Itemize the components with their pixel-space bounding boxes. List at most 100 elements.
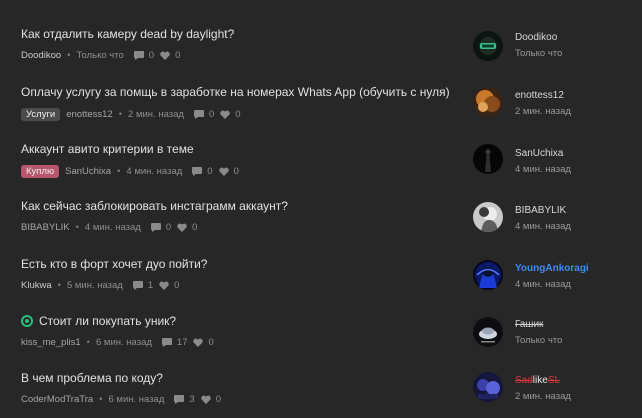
thread-meta: Klukwa • 5 мин. назад 1 0 (21, 280, 179, 291)
thread-title[interactable]: В чем проблема по коду? (21, 371, 163, 385)
meta-separator: • (75, 222, 79, 233)
thread-author[interactable]: Doodikoo (21, 50, 61, 61)
thread-time[interactable]: Только что (76, 50, 123, 61)
speech-bubble-icon (192, 167, 203, 176)
meta-separator: • (99, 394, 103, 405)
thread-time[interactable]: 2 мин. назад (128, 109, 184, 120)
likes-value: 0 (174, 280, 180, 291)
last-reply-time[interactable]: 4 мин. назад (515, 221, 571, 232)
replies-value: 1 (147, 280, 154, 291)
thread-time[interactable]: 6 мин. назад (96, 337, 152, 348)
likes-value: 0 (192, 222, 198, 233)
thread-title[interactable]: Как отдалить камеру dead by daylight? (21, 27, 234, 41)
last-reply-user[interactable]: Doodikoo (515, 32, 557, 43)
thread-time[interactable]: 6 мин. назад (108, 394, 164, 405)
avatar[interactable] (473, 260, 503, 290)
likes-value: 0 (175, 50, 181, 61)
heart-icon (177, 223, 187, 232)
replies-value: 3 (189, 394, 195, 405)
heart-icon (220, 110, 230, 119)
last-reply-time[interactable]: 2 мин. назад (515, 106, 571, 117)
thread-time[interactable]: 5 мин. назад (67, 280, 123, 291)
avatar-image (473, 144, 503, 174)
last-reply-user[interactable]: BIBABYLIK (515, 205, 566, 216)
thread-row: Есть кто в форт хочет дуо пойти? Klukwa … (0, 257, 642, 314)
heart-icon (218, 167, 229, 176)
prefix-badge[interactable]: Куплю (21, 165, 60, 178)
likes-count: 0 (159, 280, 179, 291)
last-reply-user[interactable]: YoungAnkoragi (515, 263, 589, 274)
last-reply-user[interactable]: SadlikeSL (515, 375, 560, 386)
speech-bubble-icon (132, 281, 143, 290)
thread-meta: kiss_me_plis1 • 6 мин. назад 17 0 (21, 337, 214, 348)
replies-value: 0 (207, 166, 213, 177)
thread-author[interactable]: SanUchixa (65, 166, 111, 177)
meta-separator: • (86, 337, 90, 348)
likes-count: 0 (218, 166, 239, 177)
likes-count: 0 (193, 337, 214, 348)
replies-count: 17 (161, 337, 187, 348)
thread-author[interactable]: Klukwa (21, 280, 52, 291)
thread-meta: Куплю SanUchixa • 4 мин. назад 0 0 (21, 165, 239, 178)
replies-count: 0 (192, 166, 213, 177)
thread-title[interactable]: Оплачу услугу за помщь в заработке на но… (21, 85, 450, 99)
likes-count: 0 (220, 109, 241, 120)
avatar[interactable] (473, 372, 503, 402)
heart-icon (193, 338, 204, 347)
thread-author[interactable]: BIBABYLIK (21, 222, 70, 233)
thread-row: Аккаунт авито критерии в теме Куплю SanU… (0, 142, 642, 199)
avatar[interactable] (473, 31, 503, 61)
thread-meta: Doodikoo • Только что 0 0 (21, 50, 180, 61)
thread-row: Стоит ли покупать уник? kiss_me_plis1 • … (0, 314, 642, 371)
avatar[interactable] (473, 317, 503, 347)
last-reply-time[interactable]: 4 мин. назад (515, 279, 571, 290)
speech-bubble-icon (133, 51, 144, 60)
last-reply-time[interactable]: Только что (515, 335, 562, 346)
heart-icon (159, 281, 169, 290)
avatar[interactable] (473, 202, 503, 232)
thread-author[interactable]: CoderModTraTra (21, 394, 93, 405)
thread-meta: Услуги enottess12 • 2 мин. назад 0 0 (21, 108, 241, 121)
thread-title[interactable]: Как сейчас заблокировать инстаграмм акка… (21, 199, 288, 213)
thread-time[interactable]: 4 мин. назад (85, 222, 141, 233)
avatar[interactable] (473, 87, 503, 117)
thread-row: Оплачу услугу за помщь в заработке на но… (0, 85, 642, 142)
last-reply-user[interactable]: Гашик (515, 319, 543, 330)
avatar-image (473, 87, 503, 117)
likes-value: 0 (235, 109, 241, 120)
thread-time[interactable]: 4 мин. назад (126, 166, 182, 177)
avatar[interactable] (473, 144, 503, 174)
thread-title[interactable]: Стоит ли покупать уник? (39, 314, 176, 328)
last-reply-user[interactable]: enottess12 (515, 90, 564, 101)
avatar-image (473, 31, 503, 61)
speech-bubble-icon (174, 395, 185, 404)
prefix-badge[interactable]: Услуги (21, 108, 61, 121)
meta-separator: • (117, 166, 121, 177)
thread-row: Как отдалить камеру dead by daylight? Do… (0, 27, 642, 84)
thread-row: В чем проблема по коду? CoderModTraTra •… (0, 371, 642, 418)
last-reply-user-part: SL (547, 375, 561, 386)
thread-title-wrapper[interactable]: Стоит ли покупать уник? (21, 314, 176, 328)
last-reply-user[interactable]: SanUchixa (515, 148, 563, 159)
thread-row: Как сейчас заблокировать инстаграмм акка… (0, 199, 642, 256)
replies-count: 0 (150, 222, 171, 233)
last-reply-time[interactable]: 2 мин. назад (515, 391, 571, 402)
avatar-image (473, 260, 503, 290)
speech-bubble-icon (150, 223, 161, 232)
likes-value: 0 (208, 337, 214, 348)
replies-value: 0 (148, 50, 155, 61)
thread-author[interactable]: kiss_me_plis1 (21, 337, 81, 348)
likes-value: 0 (215, 394, 221, 405)
thread-title[interactable]: Аккаунт авито критерии в теме (21, 142, 194, 156)
thread-title[interactable]: Есть кто в форт хочет дуо пойти? (21, 257, 207, 271)
last-reply-time[interactable]: 4 мин. назад (515, 164, 571, 175)
replies-count: 1 (132, 280, 154, 291)
last-reply-user-part: Sad (515, 375, 533, 386)
likes-value: 0 (233, 166, 239, 177)
last-reply-user-part: like (532, 375, 548, 386)
likes-count: 0 (200, 394, 221, 405)
meta-separator: • (67, 50, 71, 61)
meta-separator: • (118, 109, 123, 120)
thread-author[interactable]: enottess12 (66, 109, 112, 120)
last-reply-time[interactable]: Только что (515, 48, 562, 59)
